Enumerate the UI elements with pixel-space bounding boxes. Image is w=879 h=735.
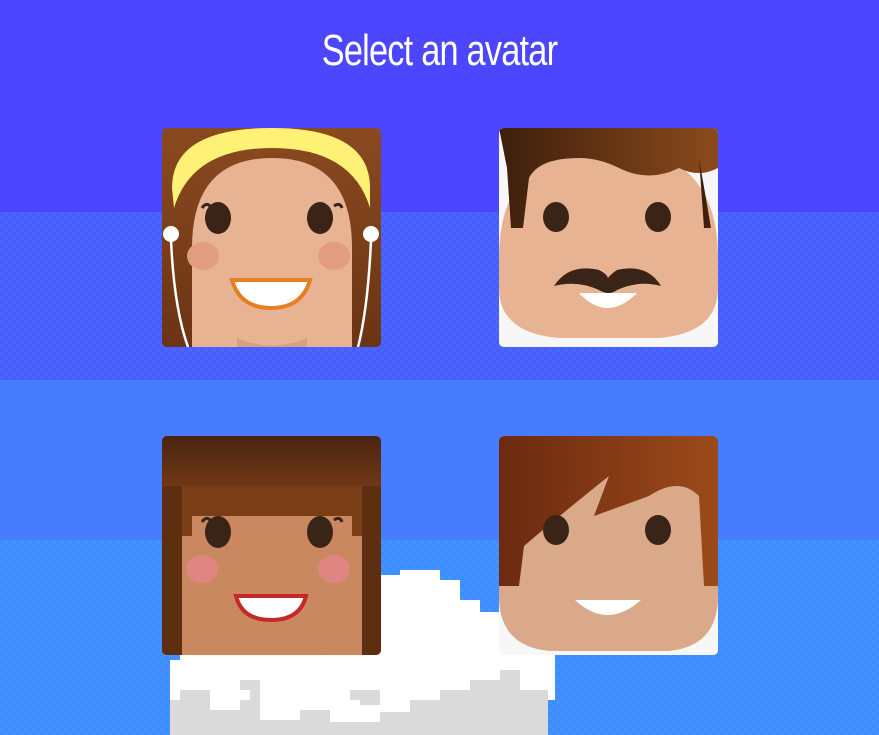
avatar-option-red-haired-boy[interactable] xyxy=(499,436,718,655)
avatar-option-mustache-man[interactable] xyxy=(499,128,718,347)
blonde-girl-avatar-icon xyxy=(162,128,381,347)
pixel-sky-background xyxy=(0,0,879,735)
dark-haired-girl-avatar-icon xyxy=(162,436,381,655)
page-title: Select an avatar xyxy=(321,26,558,75)
avatar-option-blonde-girl[interactable] xyxy=(162,128,381,347)
mustache-man-avatar-icon xyxy=(499,128,718,347)
avatar-option-dark-haired-girl[interactable] xyxy=(162,436,381,655)
red-haired-boy-avatar-icon xyxy=(499,436,718,655)
